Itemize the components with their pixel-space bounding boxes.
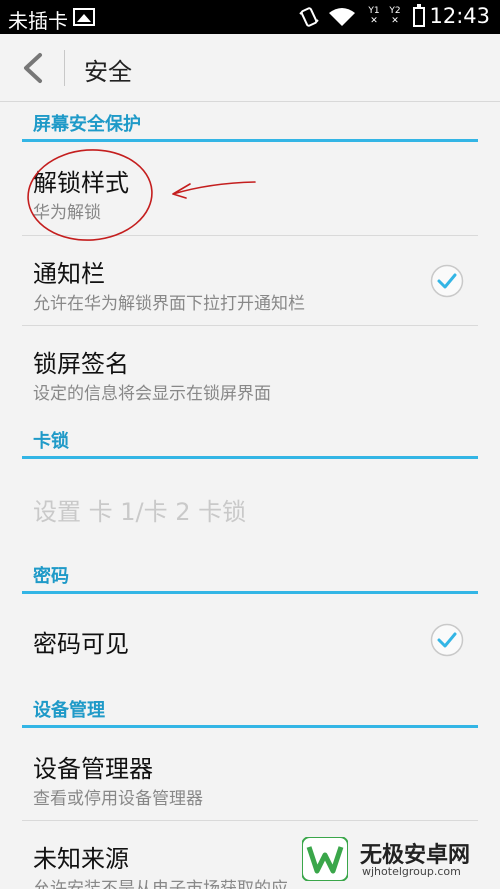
gallery-icon [73,8,95,26]
notification-bar-checkbox[interactable] [430,264,464,298]
unlock-style-title: 解锁样式 [33,169,129,197]
wifi-icon [329,8,355,26]
back-icon[interactable] [18,52,48,84]
action-bar: 安全 [0,34,500,102]
divider [22,820,478,821]
battery-icon [413,4,425,27]
clock: 12:43 [429,4,490,28]
watermark: 无极安卓网 wjhotelgroup.com [302,837,492,881]
unknown-sources-subtitle: 允许安装不是从电子市场获取的应 [33,879,288,889]
lock-signature-item[interactable]: 锁屏签名 设定的信息将会显示在锁屏界面 [22,326,478,416]
device-admins-subtitle: 查看或停用设备管理器 [33,789,203,809]
device-admins-title: 设备管理器 [33,755,153,783]
sim1-icon: Y1 ✕ [368,6,380,26]
action-bar-divider [64,50,65,86]
unknown-sources-title: 未知来源 [33,845,129,873]
notification-bar-subtitle: 允许在华为解锁界面下拉打开通知栏 [33,294,305,314]
status-bar: 未插卡 Y1 ✕ Y2 ✕ 12:43 [0,0,500,34]
password-visible-item[interactable]: 密码可见 [22,597,478,687]
sim-lock-item: 设置 卡 1/卡 2 卡锁 [22,462,478,554]
section-header-password: 密码 [22,558,478,594]
watermark-url: wjhotelgroup.com [362,865,461,878]
password-visible-checkbox[interactable] [430,623,464,657]
device-admins-item[interactable]: 设备管理器 查看或停用设备管理器 [22,731,478,821]
carrier-label: 未插卡 [8,9,68,33]
notification-bar-title: 通知栏 [33,260,105,288]
lock-signature-title: 锁屏签名 [33,350,129,378]
vibrate-icon [299,7,319,27]
sim2-icon: Y2 ✕ [389,6,401,26]
notification-bar-item[interactable]: 通知栏 允许在华为解锁界面下拉打开通知栏 [22,236,478,326]
sim-lock-title: 设置 卡 1/卡 2 卡锁 [33,498,247,526]
section-header-device-admin: 设备管理 [22,692,478,728]
unlock-style-item[interactable]: 解锁样式 华为解锁 [22,145,478,236]
page-title: 安全 [84,58,132,86]
unlock-style-subtitle: 华为解锁 [33,203,101,223]
lock-signature-subtitle: 设定的信息将会显示在锁屏界面 [33,384,271,404]
section-header-sim-lock: 卡锁 [22,423,478,459]
section-header-screen-security: 屏幕安全保护 [22,106,478,142]
password-visible-title: 密码可见 [33,630,129,658]
watermark-logo-icon [302,837,348,881]
